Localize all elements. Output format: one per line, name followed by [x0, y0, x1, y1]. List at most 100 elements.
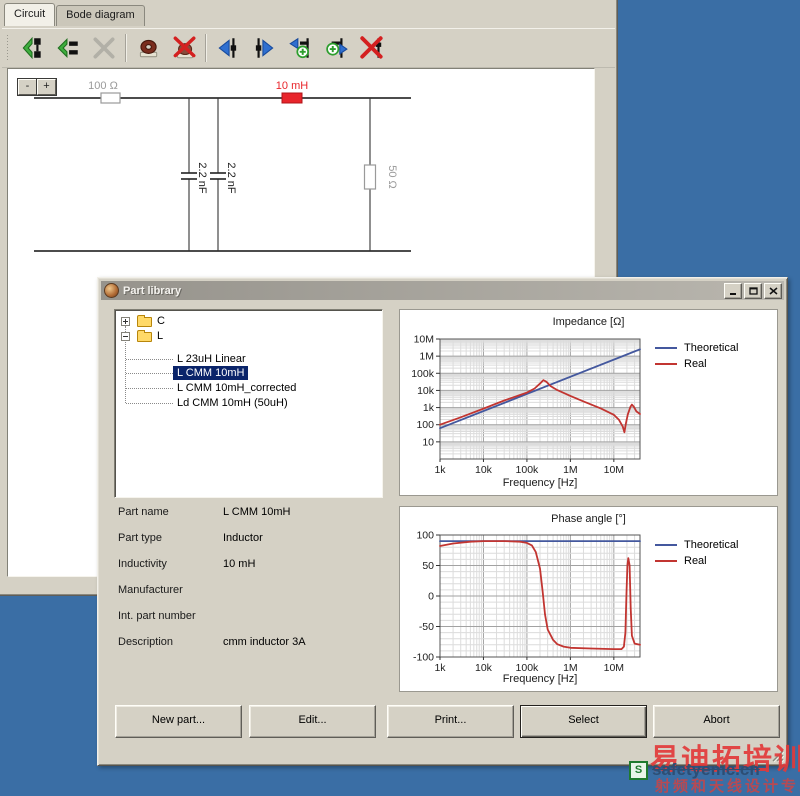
- tree-item-ld-cmm-10mh-50uh[interactable]: Ld CMM 10mH (50uH): [173, 396, 292, 410]
- detail-row-inductivity: Inductivity 10 mH: [98, 558, 388, 572]
- svg-text:1M: 1M: [419, 351, 434, 363]
- add-node-right-icon: [323, 35, 349, 61]
- tree-item-l-cmm-10mh-corrected[interactable]: L CMM 10mH_corrected: [173, 381, 300, 395]
- folder-icon: [137, 332, 152, 342]
- theoretical-line-swatch: [655, 347, 677, 349]
- capacitor-c1-label: 2.2 nF: [196, 162, 208, 193]
- add-node-left-icon: [287, 35, 313, 61]
- detail-row-description: Description cmm inductor 3A: [98, 636, 388, 650]
- detail-row-int-part-number: Int. part number: [98, 610, 388, 624]
- tree-guide: [126, 373, 173, 375]
- legend-label-real: Real: [684, 358, 707, 370]
- impedance-chart-panel: 1k10k100k1M10M10M1M100k10k1k10010 Impeda…: [399, 309, 778, 496]
- tree-folder-l[interactable]: L: [157, 330, 163, 343]
- field-label: Inductivity: [118, 558, 167, 570]
- svg-text:100: 100: [416, 419, 434, 431]
- delete-part-button[interactable]: [166, 31, 202, 65]
- svg-text:10M: 10M: [604, 464, 624, 476]
- tree-item-l-cmm-10mh[interactable]: L CMM 10mH: [173, 366, 248, 380]
- part-tree-panel: C L L 23uH Linear L CMM 10mH L CMM 10mH_…: [114, 309, 383, 498]
- svg-text:1M: 1M: [563, 464, 578, 476]
- detail-row-manufacturer: Manufacturer: [98, 584, 388, 598]
- resistor-r2[interactable]: [365, 165, 376, 189]
- minimize-icon: [729, 287, 738, 295]
- delete-node-button[interactable]: [354, 31, 390, 65]
- folder-icon: [137, 317, 152, 327]
- phase-xaxis-label: Frequency [Hz]: [438, 673, 642, 685]
- theoretical-line-swatch: [655, 544, 677, 546]
- tree-guide: [126, 388, 173, 390]
- inductor-l1[interactable]: [282, 93, 302, 103]
- part-library-dialog: Part library C L L 23uH Linear L CMM: [97, 277, 788, 766]
- phase-legend: Theoretical Real: [655, 537, 738, 569]
- toolbar-separator: [125, 34, 127, 62]
- tree-folder-c[interactable]: C: [157, 315, 165, 328]
- impedance-plot: 1k10k100k1M10M10M1M100k10k1k10010: [400, 310, 777, 495]
- toolbar-grip[interactable]: [5, 35, 10, 61]
- tree-guide: [126, 359, 173, 361]
- phase-plot: 1k10k100k1M10M100500-50-100: [400, 507, 777, 691]
- disconnect-disabled-button[interactable]: [86, 31, 122, 65]
- svg-text:50: 50: [422, 560, 434, 572]
- phase-chart-title: Phase angle [°]: [400, 513, 777, 525]
- resistor-r2-label: 50 Ω: [386, 165, 398, 189]
- expand-folder-c[interactable]: [121, 317, 130, 326]
- collapse-folder-l[interactable]: [121, 332, 130, 341]
- print-button[interactable]: Print...: [387, 705, 514, 738]
- resize-grip[interactable]: [771, 749, 784, 762]
- phase-chart-panel: 1k10k100k1M10M100500-50-100 Phase angle …: [399, 506, 778, 692]
- svg-text:1k: 1k: [423, 402, 435, 414]
- move-node-left-button[interactable]: [210, 31, 246, 65]
- wire-connect-single-icon: [55, 35, 81, 61]
- toolbar-separator: [205, 34, 207, 62]
- svg-text:10k: 10k: [475, 464, 493, 476]
- field-label: Manufacturer: [118, 584, 183, 596]
- svg-text:100: 100: [416, 530, 434, 542]
- minimize-button[interactable]: [724, 283, 742, 299]
- part-library-titlebar[interactable]: Part library: [101, 281, 784, 300]
- inductor-l1-label: 10 mH: [276, 80, 308, 92]
- close-button[interactable]: [764, 283, 782, 299]
- disconnect-disabled-icon: [91, 35, 117, 61]
- svg-text:100k: 100k: [516, 464, 540, 476]
- new-part-button[interactable]: New part...: [115, 705, 242, 738]
- detail-row-part-type: Part type Inductor: [98, 532, 388, 546]
- tab-bode-diagram[interactable]: Bode diagram: [56, 5, 145, 26]
- wire-connect-left-button[interactable]: [14, 31, 50, 65]
- resistor-r1[interactable]: [101, 93, 120, 103]
- wire-connect-single-button[interactable]: [50, 31, 86, 65]
- add-node-left-button[interactable]: [282, 31, 318, 65]
- move-node-right-button[interactable]: [246, 31, 282, 65]
- dialog-title: Part library: [123, 285, 722, 297]
- real-line-swatch: [655, 560, 677, 562]
- svg-text:-50: -50: [419, 621, 434, 633]
- impedance-legend: Theoretical Real: [655, 340, 738, 372]
- legend-label-theoretical: Theoretical: [684, 342, 738, 354]
- insert-part-icon: [135, 35, 161, 61]
- add-node-right-button[interactable]: [318, 31, 354, 65]
- close-icon: [769, 287, 778, 295]
- maximize-icon: [749, 287, 758, 295]
- tree-guide: [126, 403, 173, 405]
- legend-label-theoretical: Theoretical: [684, 539, 738, 551]
- edit-button[interactable]: Edit...: [249, 705, 376, 738]
- detail-row-part-name: Part name L CMM 10mH: [98, 506, 388, 520]
- legend-label-real: Real: [684, 555, 707, 567]
- svg-text:-100: -100: [413, 652, 434, 664]
- impedance-chart-title: Impedance [Ω]: [400, 316, 777, 328]
- watermark-tagline: 射频和天线设计专家: [655, 775, 800, 796]
- field-value: cmm inductor 3A: [223, 636, 306, 648]
- svg-text:0: 0: [428, 591, 434, 603]
- abort-button[interactable]: Abort: [653, 705, 780, 738]
- select-button[interactable]: Select: [520, 705, 647, 738]
- svg-text:10M: 10M: [414, 334, 434, 346]
- field-value: 10 mH: [223, 558, 255, 570]
- tree-item-l-23uh-linear[interactable]: L 23uH Linear: [173, 352, 250, 366]
- tab-circuit[interactable]: Circuit: [4, 3, 55, 26]
- delete-node-icon: [359, 35, 385, 61]
- insert-part-button[interactable]: [130, 31, 166, 65]
- real-line-swatch: [655, 363, 677, 365]
- maximize-button[interactable]: [744, 283, 762, 299]
- tab-strip: Circuit Bode diagram: [4, 4, 146, 26]
- svg-text:10: 10: [422, 436, 434, 448]
